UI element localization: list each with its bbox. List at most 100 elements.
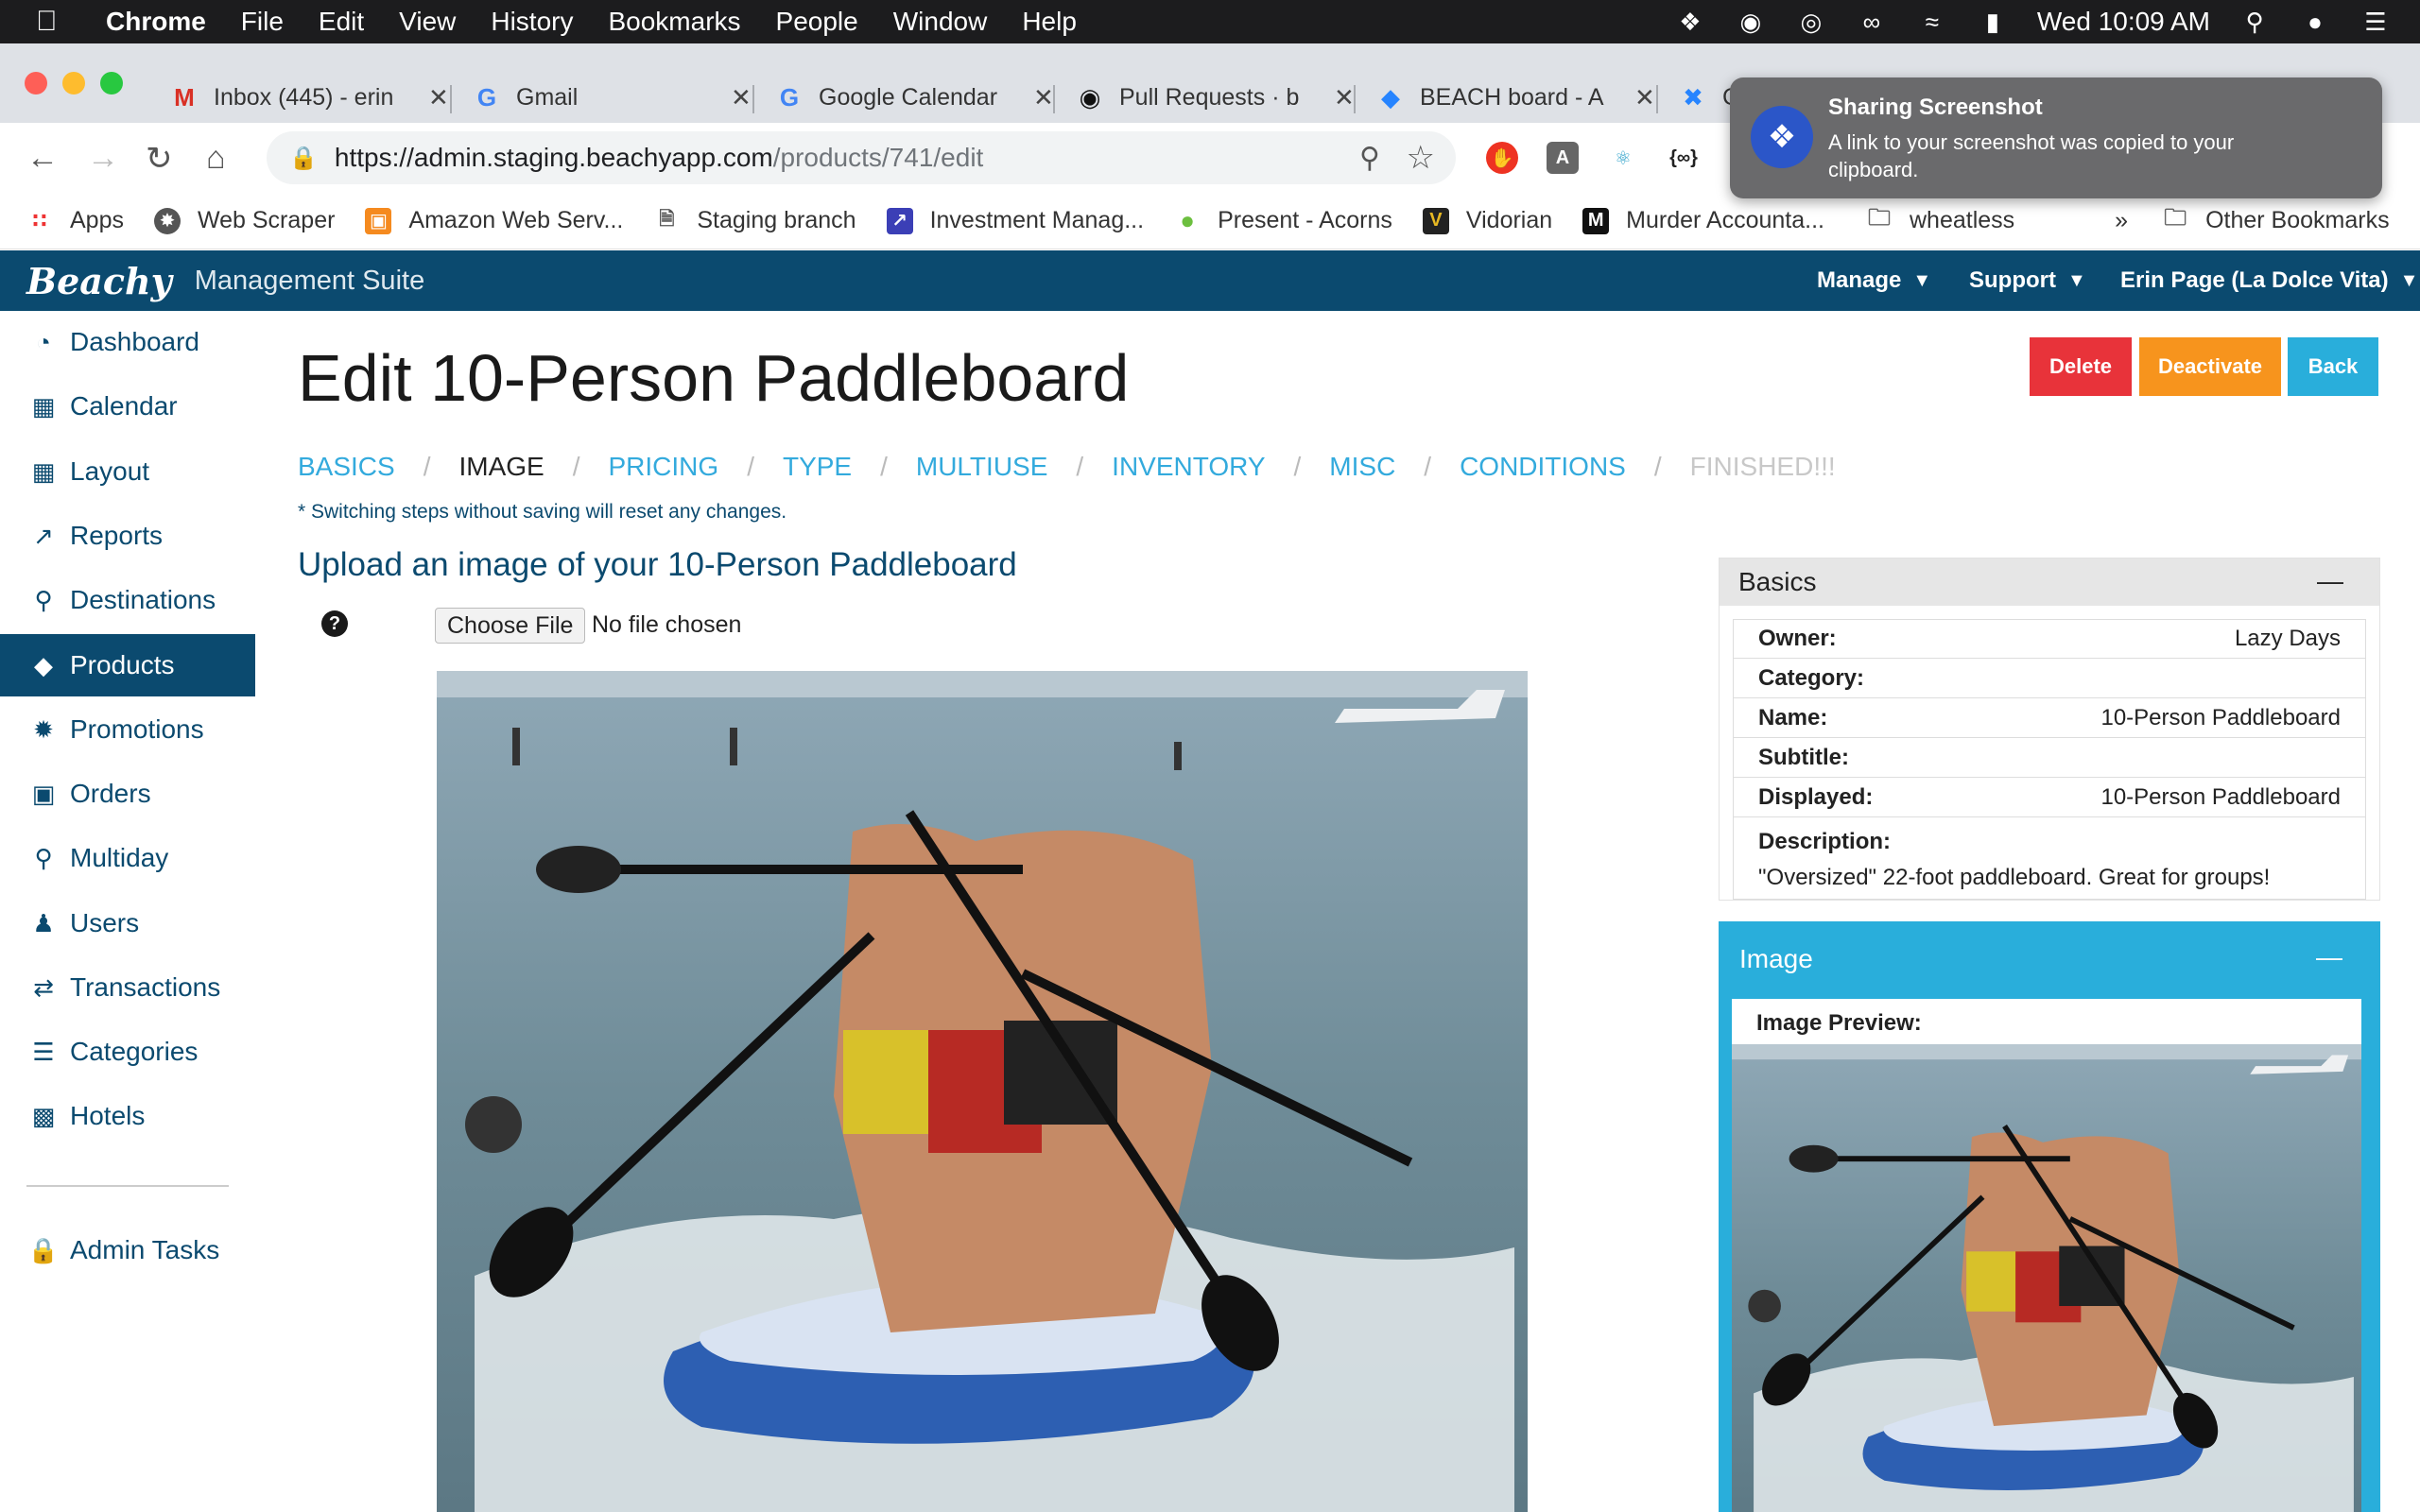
bookmark-star-icon[interactable]: ☆ <box>1407 139 1435 177</box>
zoom-window-button[interactable] <box>100 72 123 94</box>
zoom-icon[interactable]: ⚲ <box>1359 142 1380 175</box>
wifi-icon[interactable]: ≈ <box>1916 8 1948 36</box>
bookmarks-overflow-button[interactable]: » <box>2115 207 2128 234</box>
bookmark-label: Other Bookmarks <box>2205 207 2390 233</box>
menu-clock[interactable]: Wed 10:09 AM <box>2037 7 2210 37</box>
bookmark-investment[interactable]: ↗ Investment Manag... <box>886 207 1145 234</box>
forward-arrow-icon[interactable]: → <box>87 140 119 177</box>
tab-inbox[interactable]: M Inbox (445) - erin ✕ <box>157 72 449 123</box>
bookmark-web-scraper[interactable]: ✸ Web Scraper <box>153 207 335 234</box>
sidebar-item-transactions[interactable]: ⇄ Transactions <box>0 956 255 1019</box>
help-icon[interactable]: ? <box>321 610 348 637</box>
bookmark-acorns[interactable]: ● Present - Acorns <box>1174 206 1392 234</box>
notification-center-icon[interactable]: ☰ <box>2360 8 2392 36</box>
siri-icon[interactable]: ● <box>2299 8 2331 36</box>
spotlight-icon[interactable]: ⚲ <box>2238 8 2271 36</box>
calendar-icon: ▦ <box>31 391 56 421</box>
battery-icon[interactable]: ▮ <box>1977 8 2009 36</box>
home-icon[interactable]: ⌂ <box>206 140 226 177</box>
displayed-label: Displayed: <box>1758 783 1874 810</box>
close-icon[interactable]: ✕ <box>731 83 752 112</box>
menu-file[interactable]: File <box>241 7 284 37</box>
lock-icon: 🔒 <box>27 1235 60 1264</box>
sidebar-item-reports[interactable]: ↗ Reports <box>0 505 255 567</box>
step-basics[interactable]: BASICS <box>298 452 395 482</box>
step-conditions[interactable]: CONDITIONS <box>1460 452 1626 482</box>
step-inventory[interactable]: INVENTORY <box>1112 452 1265 482</box>
menu-people[interactable]: People <box>776 7 858 37</box>
close-icon[interactable]: ✕ <box>1033 83 1054 112</box>
sidebar-item-hotels[interactable]: ▩ Hotels <box>0 1085 255 1147</box>
bookmark-apps[interactable]: ∷ Apps <box>26 207 124 234</box>
back-arrow-icon[interactable]: ← <box>26 140 59 177</box>
bookmark-wheatless[interactable]: 🗀 wheatless <box>1866 205 2014 234</box>
image-panel-header[interactable]: Image — <box>1719 921 2380 997</box>
menu-window[interactable]: Window <box>893 7 988 37</box>
react-extension-icon[interactable]: ⚛ <box>1607 142 1639 174</box>
sidebar-item-multiday[interactable]: ⚲ Multiday <box>0 827 255 889</box>
sidebar-item-dashboard[interactable]: ◔ Dashboard <box>0 311 255 373</box>
close-icon[interactable]: ✕ <box>1334 83 1355 112</box>
bookmark-vidorian[interactable]: V Vidorian <box>1422 207 1552 234</box>
delete-button[interactable]: Delete <box>2030 337 2132 396</box>
tab-google-calendar[interactable]: G Google Calendar ✕ <box>762 72 1054 123</box>
choose-file-button[interactable]: Choose File <box>435 608 586 644</box>
back-button[interactable]: Back <box>2288 337 2378 396</box>
menu-bookmarks[interactable]: Bookmarks <box>608 7 740 37</box>
sidebar-item-products[interactable]: ◆ Products <box>0 634 255 696</box>
sync-icon[interactable]: ◎ <box>1795 8 1827 36</box>
menu-history[interactable]: History <box>491 7 573 37</box>
close-window-button[interactable] <box>25 72 47 94</box>
sidebar-item-admin-tasks[interactable]: 🔒 Admin Tasks <box>0 1219 255 1281</box>
acorn-icon: ● <box>1180 206 1195 234</box>
menu-edit[interactable]: Edit <box>319 7 364 37</box>
step-pricing[interactable]: PRICING <box>609 452 719 482</box>
tab-gmail[interactable]: G Gmail ✕ <box>459 72 752 123</box>
bookmark-staging-branch[interactable]: 🗎 Staging branch <box>653 207 856 234</box>
screenshot-notification[interactable]: ❖ Sharing Screenshot A link to your scre… <box>1730 77 2382 198</box>
json-extension-icon[interactable]: {∞} <box>1668 142 1700 174</box>
angular-extension-icon[interactable]: A <box>1547 142 1579 174</box>
sidebar-item-destinations[interactable]: ⚲ Destinations <box>0 569 255 631</box>
collapse-icon[interactable]: — <box>2317 566 2343 596</box>
menu-view[interactable]: View <box>399 7 456 37</box>
collapse-icon[interactable]: — <box>2316 942 2342 972</box>
beachy-logo[interactable]: Beachy <box>26 260 172 302</box>
sidebar-item-orders[interactable]: ▣ Orders <box>0 763 255 825</box>
bookmark-aws[interactable]: ▣ Amazon Web Serv... <box>365 207 623 234</box>
step-multiuse[interactable]: MULTIUSE <box>916 452 1048 482</box>
tab-pull-requests[interactable]: ◉ Pull Requests · b ✕ <box>1063 72 1355 123</box>
apple-icon[interactable]:  <box>36 6 74 38</box>
basics-panel-header[interactable]: Basics — <box>1720 558 2379 606</box>
record-icon[interactable]: ◉ <box>1735 8 1767 36</box>
user-menu[interactable]: Erin Page (La Dolce Vita) ▼ <box>2120 250 2418 311</box>
infinity-icon[interactable]: ∞ <box>1856 8 1888 36</box>
dropbox-status-icon[interactable]: ❖ <box>1674 8 1706 36</box>
bookmark-other-bookmarks[interactable]: 🗀 Other Bookmarks <box>2162 205 2390 234</box>
sidebar-item-layout[interactable]: ▦ Layout <box>0 440 255 503</box>
step-type[interactable]: TYPE <box>783 452 852 482</box>
deactivate-button[interactable]: Deactivate <box>2139 337 2281 396</box>
sidebar-item-calendar[interactable]: ▦ Calendar <box>0 375 255 438</box>
sidebar-item-promotions[interactable]: ✹ Promotions <box>0 698 255 761</box>
product-image <box>437 671 1528 1512</box>
lock-icon[interactable]: 🔒 <box>289 145 318 172</box>
address-bar[interactable]: 🔒 https://admin.staging.beachyapp.com/pr… <box>267 131 1456 184</box>
close-icon[interactable]: ✕ <box>1634 83 1655 112</box>
manage-menu[interactable]: Manage ▼ <box>1817 250 1931 311</box>
support-menu[interactable]: Support ▼ <box>1969 250 2086 311</box>
bookmark-label: Investment Manag... <box>929 207 1145 233</box>
close-icon[interactable]: ✕ <box>428 83 449 112</box>
sidebar-item-users[interactable]: ♟ Users <box>0 892 255 954</box>
step-misc[interactable]: MISC <box>1329 452 1395 482</box>
step-image[interactable]: IMAGE <box>458 452 544 482</box>
url-path: /products/741/edit <box>772 143 984 172</box>
tab-beach-board[interactable]: ◆ BEACH board - A ✕ <box>1363 72 1655 123</box>
sidebar-item-categories[interactable]: ☰ Categories <box>0 1021 255 1083</box>
reload-icon[interactable]: ↻ <box>146 140 173 178</box>
minimize-window-button[interactable] <box>62 72 85 94</box>
adblock-extension-icon[interactable]: ✋ <box>1486 142 1518 174</box>
menu-app-name[interactable]: Chrome <box>106 7 206 37</box>
menu-help[interactable]: Help <box>1022 7 1077 37</box>
bookmark-murder-accountants[interactable]: M Murder Accounta... <box>1582 207 1824 234</box>
